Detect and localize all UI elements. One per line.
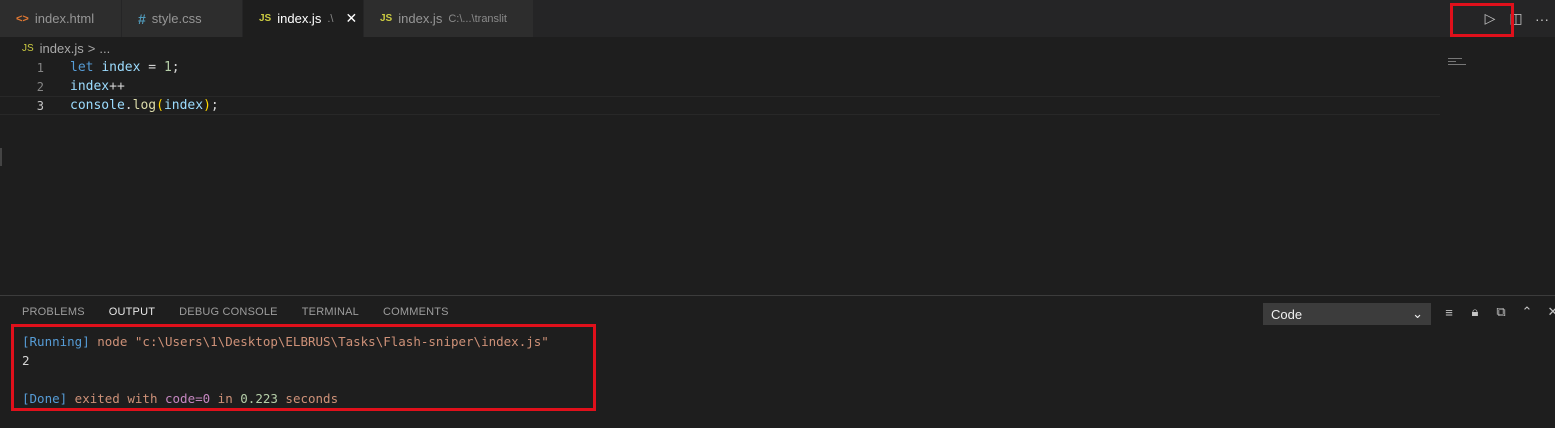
line-number: 2 [36, 79, 44, 94]
lock-icon[interactable]: 🔒︎ [1462, 304, 1488, 320]
js-file-icon: JS [380, 13, 393, 24]
code-token: ) [203, 98, 211, 113]
copy-icon[interactable]: ⧉ [1488, 304, 1514, 320]
code-token: index [101, 60, 141, 75]
line-number: 1 [36, 60, 44, 75]
line-number: 3 [36, 98, 44, 113]
panel-tab-output[interactable]: OUTPUT [109, 306, 155, 318]
code-token: let [70, 60, 94, 75]
scroll-edge [0, 148, 2, 166]
code-editor[interactable]: 1 let index = 1; 2 index++ 3 console.log(inde… [0, 58, 1440, 294]
code-token: = [140, 60, 164, 75]
code-token: 1 [163, 60, 172, 75]
html-file-icon: <> [16, 12, 29, 25]
tab-label: index.js [398, 11, 443, 26]
output-channel-value: Code [1271, 306, 1303, 322]
clear-output-icon[interactable]: ≡ [1436, 305, 1462, 320]
code-line[interactable]: 1 let index = 1; [0, 58, 1440, 77]
tab-index-html[interactable]: <> index.html [0, 0, 122, 37]
code-token: index [163, 98, 204, 113]
code-token: ++ [109, 79, 125, 94]
output-highlight [11, 324, 596, 411]
code-token: log [132, 98, 157, 113]
code-line[interactable]: 3 console.log(index); [0, 96, 1440, 115]
breadcrumb-file[interactable]: index.js [40, 41, 84, 56]
panel-tab-terminal[interactable]: TERMINAL [302, 306, 359, 318]
code-text: let index = 1; [70, 60, 180, 75]
code-token: ( [156, 98, 164, 113]
tab-index-js[interactable]: JS index.js C:\...\translit [364, 0, 534, 37]
code-line[interactable]: 2 index++ [0, 77, 1440, 96]
css-file-icon: # [138, 10, 146, 27]
panel-actions: ≡ 🔒︎ ⧉ ⌃ ✕ [1436, 304, 1555, 320]
close-icon[interactable]: ✕ [345, 10, 357, 27]
run-button-highlight [1450, 3, 1514, 37]
tab-label: style.css [151, 11, 202, 26]
breadcrumb-separator-icon: > [87, 40, 96, 56]
code-token: console [70, 98, 125, 113]
tab-label: index.js [277, 11, 322, 26]
editor-tab-bar: <> index.html # style.css JS index.js .\ ✕ JS ind… [0, 0, 1555, 37]
code-token: ; [171, 60, 180, 75]
panel-tab-comments[interactable]: COMMENTS [383, 306, 449, 318]
code-token: ; [210, 98, 219, 113]
minimap[interactable] [1448, 58, 1468, 66]
js-file-icon: JS [22, 42, 34, 54]
chevron-down-icon: ⌄ [1412, 306, 1423, 321]
output-channel-select[interactable]: Code ⌄ [1263, 303, 1431, 325]
panel-tab-debug-console[interactable]: DEBUG CONSOLE [179, 306, 278, 318]
panel-tab-problems[interactable]: PROBLEMS [22, 306, 85, 318]
code-text: console.log(index); [70, 98, 219, 113]
maximize-panel-icon[interactable]: ⌃ [1514, 304, 1540, 320]
more-actions-icon[interactable]: ··· [1529, 11, 1555, 27]
tab-description: C:\...\translit [448, 12, 507, 25]
tab-description: .\ [327, 12, 334, 25]
breadcrumb: JS index.js > ... [22, 39, 110, 57]
panel-tabs: PROBLEMS OUTPUT DEBUG CONSOLE TERMINAL COMME… [22, 306, 473, 318]
tab-label: index.html [34, 11, 95, 26]
tab-index-js[interactable]: JS index.js .\ ✕ [243, 0, 364, 37]
breadcrumb-symbols[interactable]: ... [99, 41, 110, 56]
code-token: . [124, 98, 133, 113]
tab-style-css[interactable]: # style.css [122, 0, 243, 37]
code-token: index [70, 79, 110, 94]
js-file-icon: JS [259, 13, 272, 24]
close-panel-icon[interactable]: ✕ [1540, 304, 1555, 320]
code-text: index++ [70, 79, 125, 94]
